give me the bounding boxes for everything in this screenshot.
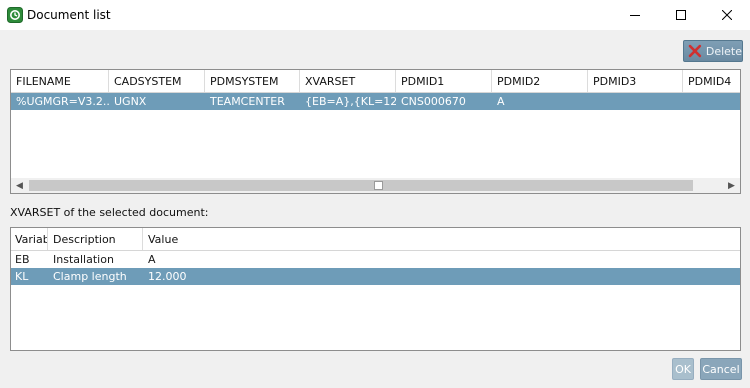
column-header-pdmsystem[interactable]: PDMSYSTEM <box>205 70 300 92</box>
scroll-left-arrow-icon[interactable]: ◀ <box>11 178 28 193</box>
scroll-track[interactable] <box>29 180 693 191</box>
table-row[interactable]: KL Clamp length 12.000 <box>11 268 740 285</box>
window-title: Document list <box>27 8 111 22</box>
cell-filename: %UGMGR=V3.2... <box>16 95 109 108</box>
column-header-xvarset[interactable]: XVARSET <box>300 70 396 92</box>
scroll-right-arrow-icon[interactable]: ▶ <box>723 178 740 193</box>
documents-header: FILENAME CADSYSTEM PDMSYSTEM XVARSET PDM… <box>11 70 740 93</box>
maximize-icon <box>676 10 686 20</box>
cell-value: A <box>148 253 156 266</box>
cell-pdmid2: A <box>497 95 505 108</box>
title-bar: Document list <box>0 0 750 30</box>
maximize-button[interactable] <box>658 0 704 30</box>
minimize-button[interactable] <box>612 0 658 30</box>
cell-cadsystem: UGNX <box>114 95 147 108</box>
xvarset-section-label: XVARSET of the selected document: <box>10 206 209 219</box>
delete-button[interactable]: Delete <box>683 40 743 62</box>
cell-description: Installation <box>53 253 114 266</box>
column-header-pdmid4[interactable]: PDMID4 <box>683 70 740 92</box>
delete-label: Delete <box>705 44 742 58</box>
column-header-pdmid1[interactable]: PDMID1 <box>396 70 492 92</box>
close-icon <box>722 10 732 20</box>
ok-button[interactable]: OK <box>672 358 694 380</box>
column-header-description[interactable]: Description <box>48 228 143 250</box>
app-icon <box>7 7 23 23</box>
column-header-cadsystem[interactable]: CADSYSTEM <box>109 70 205 92</box>
scroll-thumb[interactable] <box>374 181 383 190</box>
close-button[interactable] <box>704 0 750 30</box>
xvarset-table[interactable]: Variab Description Value EB Installation… <box>10 227 741 351</box>
table-row[interactable]: %UGMGR=V3.2... UGNX TEAMCENTER {EB=A},{K… <box>11 93 740 110</box>
delete-x-icon <box>688 44 702 58</box>
column-header-filename[interactable]: FILENAME <box>11 70 109 92</box>
cell-xvarset: {EB=A},{KL=12.... <box>305 95 396 108</box>
cell-variable: EB <box>15 253 30 266</box>
column-header-variable[interactable]: Variab <box>11 228 48 250</box>
table-row[interactable]: EB Installation A <box>11 251 740 268</box>
column-header-pdmid2[interactable]: PDMID2 <box>492 70 588 92</box>
minimize-icon <box>630 15 640 16</box>
cancel-button[interactable]: Cancel <box>700 358 742 380</box>
cell-description: Clamp length <box>53 270 127 283</box>
cell-variable: KL <box>15 270 29 283</box>
column-header-value[interactable]: Value <box>143 228 740 250</box>
cell-value: 12.000 <box>148 270 187 283</box>
xvarset-header: Variab Description Value <box>11 228 740 251</box>
cell-pdmid4 <box>683 93 740 110</box>
cell-pdmsystem: TEAMCENTER <box>210 95 285 108</box>
cell-pdmid1: CNS000670 <box>401 95 466 108</box>
documents-table[interactable]: FILENAME CADSYSTEM PDMSYSTEM XVARSET PDM… <box>10 69 741 194</box>
horizontal-scrollbar[interactable]: ◀ ▶ <box>11 178 740 193</box>
column-header-pdmid3[interactable]: PDMID3 <box>588 70 683 92</box>
cell-pdmid3 <box>588 93 683 110</box>
